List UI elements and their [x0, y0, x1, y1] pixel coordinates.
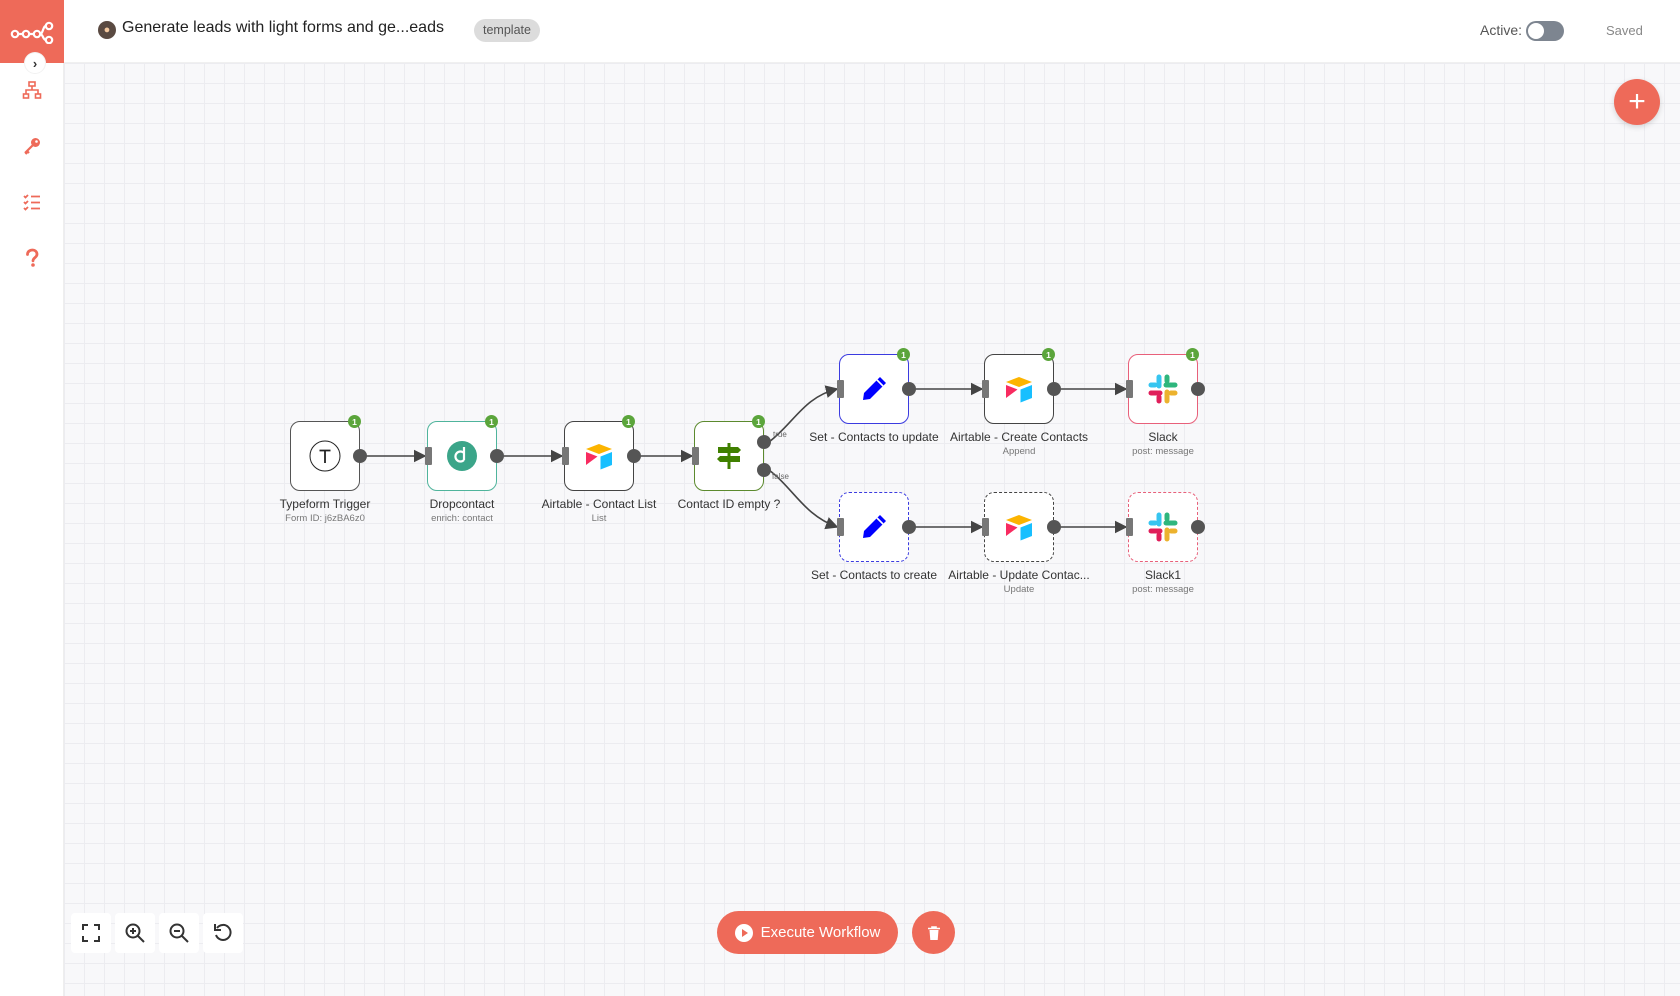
execution-count-badge: 1	[1042, 348, 1055, 361]
header: ● Generate leads with light forms and ge…	[64, 0, 1680, 63]
node-typeform-trigger[interactable]: 1	[290, 415, 361, 491]
zoom-out-button[interactable]	[159, 913, 199, 953]
delete-execution-button[interactable]	[912, 911, 955, 954]
output-handle[interactable]	[490, 449, 504, 463]
node-airtable-update-contacts[interactable]	[984, 492, 1054, 562]
output-handle[interactable]	[1191, 382, 1205, 396]
output-handle[interactable]	[353, 449, 367, 463]
sidebar-item-workflows[interactable]	[18, 76, 46, 104]
key-icon	[24, 138, 40, 155]
node-subtitle: List	[591, 513, 607, 524]
workflow-canvas[interactable]: 1 Typeform Trigger Form ID: j6zBA6z0 1 D…	[64, 63, 1680, 996]
sidebar-item-help[interactable]	[18, 244, 46, 272]
node-set-contacts-to-update[interactable]: 1	[839, 348, 910, 424]
active-toggle[interactable]	[1526, 21, 1564, 41]
undo-icon	[214, 923, 232, 941]
typeform-icon	[309, 440, 341, 472]
airtable-icon	[1006, 515, 1032, 541]
zoom-out-icon	[169, 923, 189, 943]
active-label: Active:	[1480, 22, 1523, 38]
execution-count-badge: 1	[348, 415, 361, 428]
output-handle-false[interactable]	[757, 463, 771, 477]
node-dropcontact[interactable]: 1	[427, 415, 498, 491]
zoom-in-icon	[125, 923, 145, 943]
list-icon	[23, 194, 40, 211]
input-handle[interactable]	[982, 380, 989, 398]
output-handle[interactable]	[1191, 520, 1205, 534]
sidebar-item-credentials[interactable]	[18, 132, 46, 160]
node-title: Slack1	[1144, 568, 1182, 582]
output-handle[interactable]	[902, 382, 916, 396]
airtable-icon	[586, 444, 612, 470]
save-status: Saved	[1606, 23, 1643, 38]
zoom-to-fit-button[interactable]	[71, 913, 111, 953]
logo-icon	[10, 21, 54, 44]
execute-workflow-button[interactable]: Execute Workflow	[717, 911, 898, 954]
node-slack1[interactable]	[1128, 492, 1198, 562]
output-handle[interactable]	[902, 520, 916, 534]
airtable-icon	[1006, 377, 1032, 403]
output-handle-true[interactable]	[757, 435, 771, 449]
execute-workflow-label: Execute Workflow	[760, 924, 881, 941]
input-handle[interactable]	[837, 380, 844, 398]
execution-count-badge: 1	[1186, 348, 1199, 361]
input-handle[interactable]	[692, 447, 699, 465]
dropcontact-icon	[447, 441, 477, 471]
node-airtable-contact-list[interactable]: 1	[564, 415, 635, 491]
input-handle[interactable]	[982, 518, 989, 536]
node-title: Contact ID empty ?	[677, 497, 781, 511]
output-handle[interactable]	[1047, 520, 1061, 534]
workflow-title[interactable]: Generate leads with light forms and ge..…	[122, 19, 444, 37]
expand-sidebar-button[interactable]: ›	[25, 53, 45, 73]
execution-count-badge: 1	[485, 415, 498, 428]
workflow-tag[interactable]: template	[474, 19, 540, 42]
input-handle[interactable]	[837, 518, 844, 536]
input-handle[interactable]	[1126, 380, 1133, 398]
node-if-contact-id-empty[interactable]: 1	[694, 415, 765, 491]
sidebar: ›	[0, 0, 64, 996]
node-set-contacts-to-create[interactable]	[839, 492, 909, 562]
workflow-emoji-icon: ●	[98, 21, 116, 39]
pencil-icon	[863, 377, 886, 400]
input-handle[interactable]	[425, 447, 432, 465]
input-handle[interactable]	[1126, 518, 1133, 536]
network-icon	[22, 81, 42, 99]
output-handle[interactable]	[627, 449, 641, 463]
branch-label-false: false	[772, 472, 789, 481]
fullscreen-icon	[82, 924, 100, 942]
pencil-icon	[863, 515, 886, 538]
toggle-knob	[1528, 23, 1544, 39]
chevron-right-icon: ›	[32, 55, 38, 71]
plus-icon: +	[1628, 85, 1646, 118]
sidebar-item-executions[interactable]	[18, 188, 46, 216]
node-title: Slack	[1148, 430, 1178, 444]
node-subtitle: post: message	[1132, 584, 1194, 595]
trash-icon	[927, 925, 940, 940]
zoom-in-button[interactable]	[115, 913, 155, 953]
add-node-button[interactable]: +	[1614, 79, 1660, 125]
signpost-icon	[717, 443, 741, 469]
execution-count-badge: 1	[897, 348, 910, 361]
node-airtable-create-contacts[interactable]: 1	[984, 348, 1055, 424]
node-slack[interactable]: 1	[1128, 348, 1199, 424]
execution-count-badge: 1	[622, 415, 635, 428]
reset-zoom-button[interactable]	[203, 913, 243, 953]
slack-icon	[1148, 512, 1178, 542]
node-subtitle: post: message	[1132, 446, 1194, 457]
execution-count-badge: 1	[752, 415, 765, 428]
input-handle[interactable]	[562, 447, 569, 465]
play-icon	[734, 923, 753, 942]
help-icon	[26, 248, 39, 267]
output-handle[interactable]	[1047, 382, 1061, 396]
slack-icon	[1148, 374, 1178, 404]
